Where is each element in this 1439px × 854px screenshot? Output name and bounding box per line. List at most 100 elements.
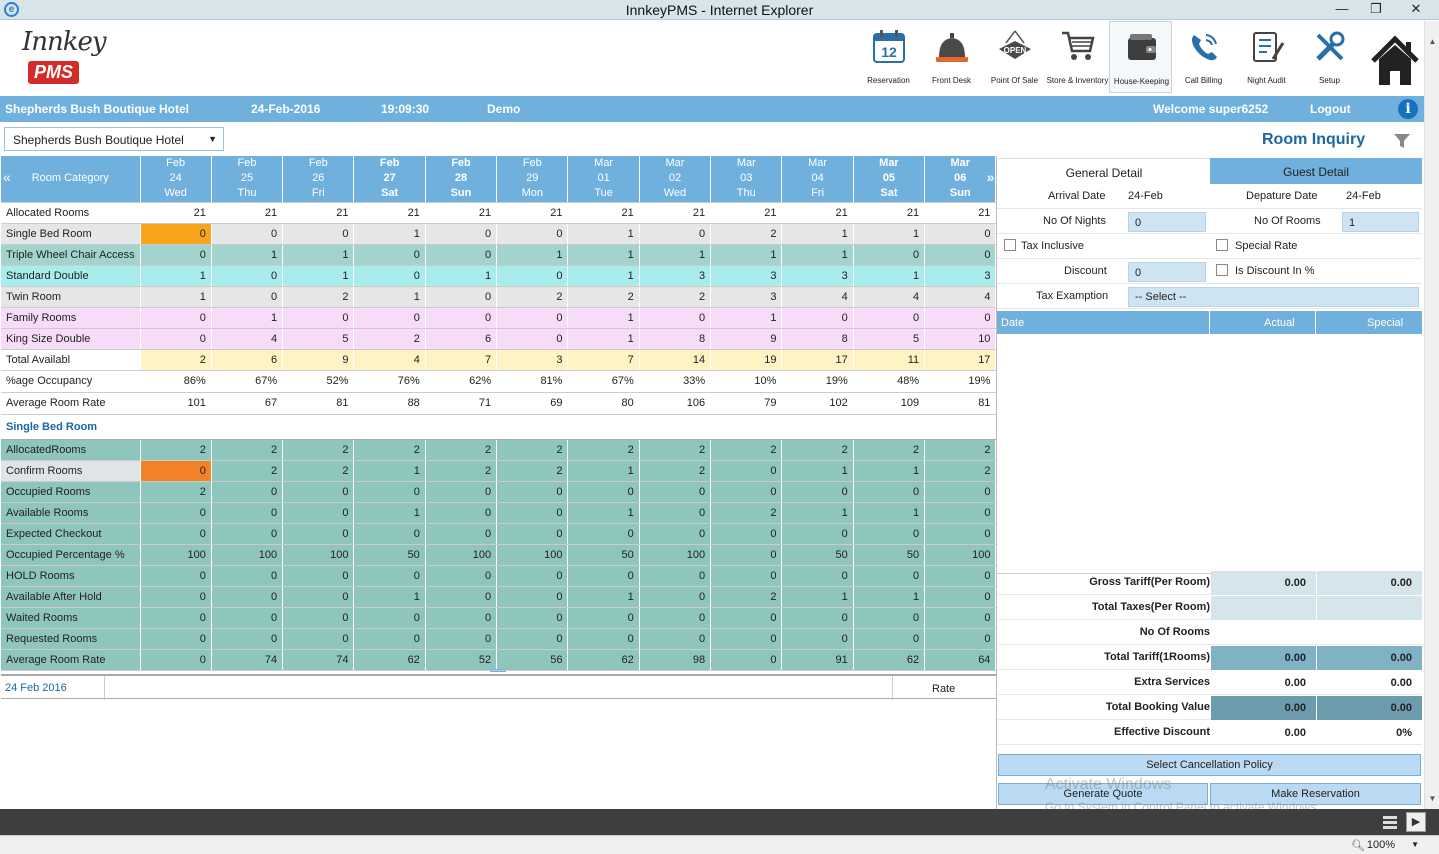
grid-cell[interactable]: 0 [924,223,997,245]
grid-cell[interactable]: 5 [853,328,926,350]
grid-cell[interactable]: 0 [140,649,212,671]
grid-cell[interactable]: 102 [781,392,854,415]
grid-cell[interactable]: 0 [567,481,640,503]
grid-cell[interactable]: 1 [425,265,498,287]
grid-cell[interactable]: 2 [781,439,854,461]
grid-cell[interactable]: 0 [710,607,783,629]
arrival-date-value[interactable]: 24-Feb [1128,190,1163,202]
grid-cell[interactable]: 0 [496,628,569,650]
grid-cell[interactable]: 3 [639,265,712,287]
previous-dates-icon[interactable]: « [3,170,11,185]
grid-cell[interactable]: 67% [567,370,640,393]
grid-cell[interactable]: 19 [710,349,783,371]
grid-cell[interactable]: 0 [140,244,212,266]
room-category-row[interactable]: King Size Double 0 4 5 2 6 0 1 8 9 8 5 10 [1,328,997,350]
grid-cell[interactable]: 0 [853,244,926,266]
grid-cell[interactable]: 2 [639,439,712,461]
grid-cell[interactable]: 0 [496,328,569,350]
toolbar-house-keeping[interactable]: House-Keeping [1109,21,1172,93]
grid-cell[interactable]: 81 [282,392,355,415]
grid-cell[interactable]: 0 [140,523,212,545]
grid-cell[interactable]: 1 [781,460,854,482]
grid-cell[interactable]: 19% [781,370,854,393]
grid-cell[interactable]: 7 [567,349,640,371]
grid-cell[interactable]: 1 [140,265,212,287]
grid-cell[interactable]: 4 [781,286,854,308]
grid-cell[interactable]: 3 [710,265,783,287]
grid-cell[interactable]: 98 [639,649,712,671]
grid-cell[interactable]: 0 [639,223,712,245]
grid-cell[interactable]: 0 [781,565,854,587]
splitter-grip[interactable] [490,669,506,672]
grid-cell[interactable]: 0 [710,481,783,503]
grid-cell[interactable]: 0 [140,502,212,524]
grid-cell[interactable]: 1 [781,244,854,266]
grid-cell[interactable]: 1 [567,502,640,524]
grid-cell[interactable]: 0 [924,523,997,545]
grid-cell[interactable]: 33% [639,370,712,393]
grid-cell[interactable]: 1 [353,502,426,524]
grid-cell[interactable]: 10 [924,328,997,350]
grid-cell[interactable]: 0 [567,565,640,587]
grid-cell[interactable]: 0 [425,502,498,524]
grid-cell[interactable]: 91 [781,649,854,671]
page-scrollbar[interactable]: ▲ ▼ [1424,21,1439,809]
grid-cell[interactable]: 9 [282,349,355,371]
grid-cell[interactable]: 2 [496,286,569,308]
discount-percent-checkbox[interactable] [1216,264,1228,276]
grid-cell[interactable]: 62 [853,649,926,671]
grid-cell[interactable]: 76% [353,370,426,393]
grid-cell[interactable]: 0 [425,481,498,503]
grid-cell[interactable]: 0 [496,265,569,287]
tab-guest-detail[interactable]: Guest Detail [1210,158,1422,184]
grid-cell[interactable]: 0 [924,481,997,503]
grid-cell[interactable]: 0 [211,586,284,608]
grid-cell[interactable]: 81% [496,370,569,393]
grid-cell[interactable]: 0 [282,565,355,587]
grid-cell[interactable]: 1 [353,286,426,308]
grid-cell[interactable]: 0 [425,586,498,608]
grid-cell[interactable]: 0 [853,607,926,629]
grid-cell[interactable]: 67 [211,392,284,415]
grid-cell[interactable]: 2 [496,460,569,482]
grid-cell[interactable]: 0 [282,607,355,629]
grid-cell[interactable]: 1 [853,223,926,245]
grid-cell[interactable]: 0 [924,586,997,608]
grid-cell[interactable]: 2 [496,439,569,461]
grid-cell[interactable]: 0 [853,481,926,503]
grid-cell[interactable]: 88 [353,392,426,415]
discount-input[interactable]: 0 [1128,262,1206,282]
grid-cell[interactable]: 0 [710,565,783,587]
grid-cell[interactable]: 100 [924,544,997,566]
grid-cell[interactable]: 3 [781,265,854,287]
grid-cell[interactable]: 5 [282,328,355,350]
grid-cell[interactable]: 0 [496,586,569,608]
room-detail-row[interactable]: Waited Rooms 0 0 0 0 0 0 0 0 0 0 0 0 [1,607,997,629]
innkey-pms-logo[interactable]: Innkey PMS [18,27,128,93]
grid-cell[interactable]: 50 [567,544,640,566]
grid-cell[interactable]: 6 [211,349,284,371]
room-detail-row[interactable]: AllocatedRooms 2 2 2 2 2 2 2 2 2 2 2 2 [1,439,997,461]
grid-cell[interactable]: 1 [567,244,640,266]
grid-cell[interactable]: 0 [353,628,426,650]
grid-cell[interactable]: 0 [639,523,712,545]
info-icon[interactable]: i [1398,99,1418,119]
grid-cell[interactable]: 1 [567,307,640,329]
grid-cell[interactable]: 2 [567,439,640,461]
grid-cell[interactable]: 2 [710,223,783,245]
grid-cell[interactable]: 2 [924,460,997,482]
grid-cell[interactable]: 1 [710,307,783,329]
grid-cell[interactable]: 0 [639,481,712,503]
grid-cell[interactable]: 48% [853,370,926,393]
grid-cell[interactable]: 1 [853,586,926,608]
grid-cell[interactable]: 0 [924,628,997,650]
grid-cell[interactable]: 109 [853,392,926,415]
grid-cell[interactable]: 8 [639,328,712,350]
grid-cell[interactable]: 1 [567,586,640,608]
room-detail-row[interactable]: Available After Hold 0 0 0 1 0 0 1 0 2 1 1 0 [1,586,997,608]
grid-cell[interactable]: 0 [425,565,498,587]
grid-cell[interactable]: 1 [567,223,640,245]
grid-cell[interactable]: 2 [140,439,212,461]
grid-cell[interactable]: 0 [211,265,284,287]
grid-cell[interactable]: 2 [211,460,284,482]
